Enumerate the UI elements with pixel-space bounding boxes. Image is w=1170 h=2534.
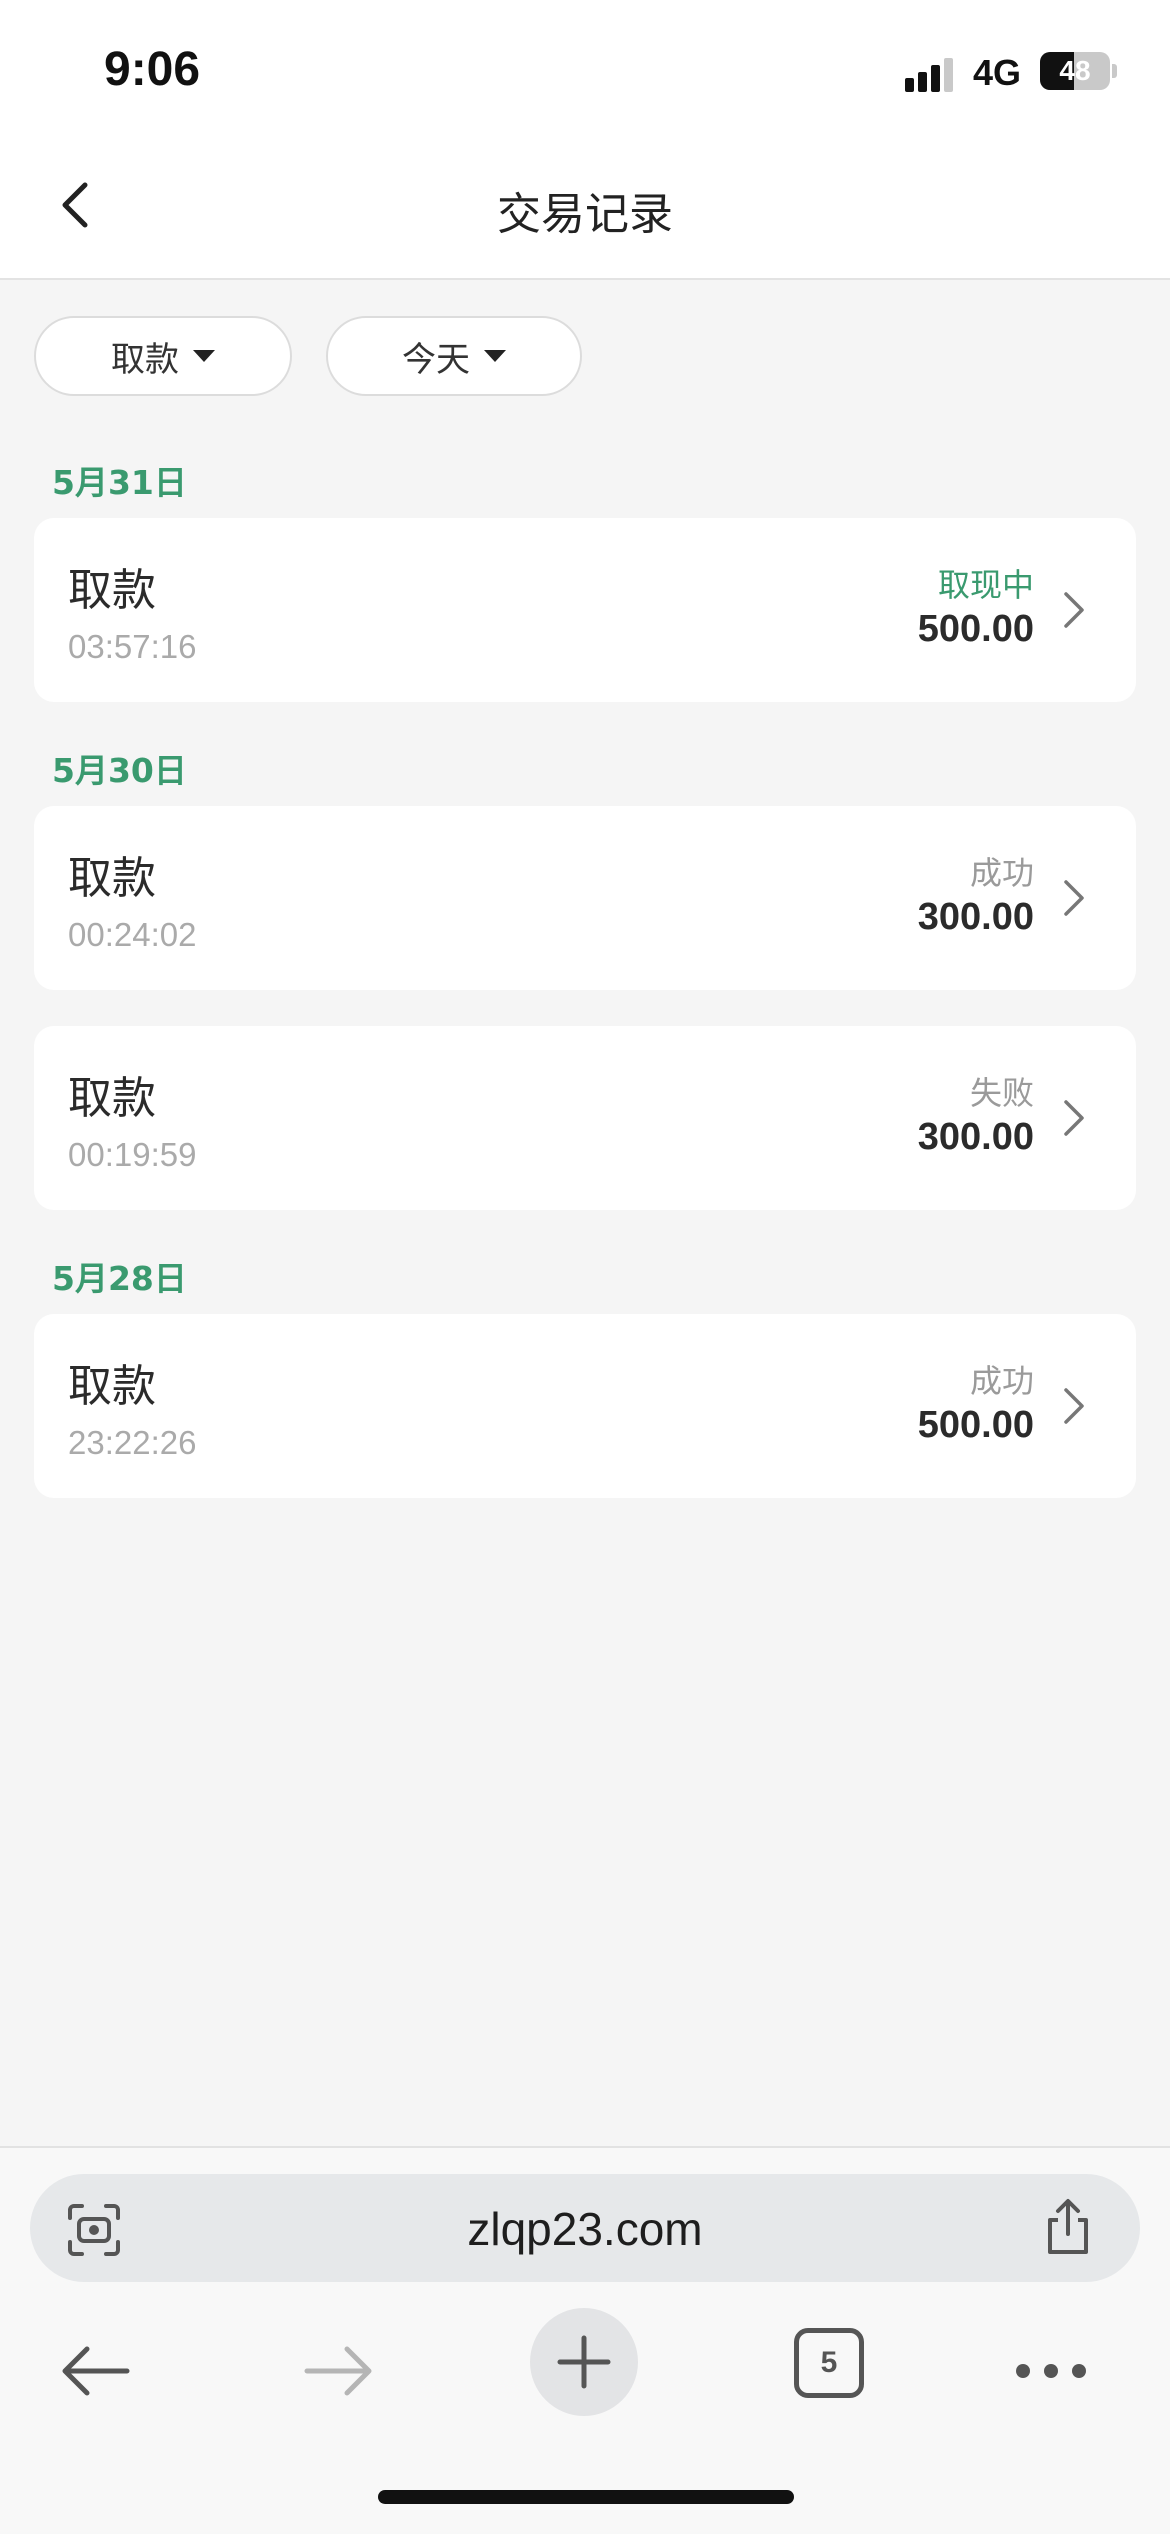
date-header: 5月31日 bbox=[52, 463, 187, 502]
record-time: 00:24:02 bbox=[68, 916, 197, 953]
chevron-right-icon bbox=[1064, 1100, 1084, 1136]
home-indicator bbox=[378, 2490, 794, 2504]
arrow-left-icon bbox=[62, 2346, 130, 2396]
record-type: 取款 bbox=[68, 565, 156, 616]
signal-icon bbox=[905, 58, 953, 92]
record-status: 取现中 bbox=[937, 566, 1034, 604]
more-options-button[interactable] bbox=[996, 2316, 1106, 2426]
chevron-right-icon bbox=[1064, 592, 1084, 628]
record-amount: 300.00 bbox=[917, 896, 1034, 938]
new-tab-button[interactable] bbox=[530, 2308, 638, 2416]
more-icon bbox=[1016, 2364, 1086, 2378]
chevron-right-icon bbox=[1064, 1388, 1084, 1424]
battery-icon: 48 bbox=[1040, 52, 1118, 94]
caret-down-icon bbox=[484, 350, 506, 362]
record-time: 23:22:26 bbox=[68, 1424, 197, 1461]
record-card[interactable]: 取款 03:57:16 取现中 500.00 bbox=[34, 518, 1136, 702]
record-status: 成功 bbox=[969, 1362, 1034, 1400]
battery-level: 48 bbox=[1059, 55, 1091, 86]
filter-type-label: 取款 bbox=[111, 339, 179, 380]
arrow-right-icon bbox=[304, 2346, 372, 2396]
filter-date-label: 今天 bbox=[402, 339, 470, 380]
date-header: 5月28日 bbox=[52, 1259, 187, 1298]
plus-icon bbox=[557, 2335, 611, 2389]
network-label: 4G bbox=[973, 52, 1022, 93]
record-status: 失败 bbox=[969, 1074, 1034, 1112]
record-type: 取款 bbox=[68, 1073, 156, 1124]
browser-forward-button[interactable] bbox=[284, 2316, 394, 2426]
browser-toolbar: zlqp23.com 5 bbox=[0, 2146, 1170, 2534]
record-time: 00:19:59 bbox=[68, 1136, 197, 1173]
header: 交易记录 bbox=[0, 140, 1170, 280]
chevron-right-icon bbox=[1064, 880, 1084, 916]
record-amount: 500.00 bbox=[917, 608, 1034, 650]
record-status: 成功 bbox=[969, 854, 1034, 892]
tabs-button[interactable]: 5 bbox=[794, 2328, 864, 2398]
record-amount: 500.00 bbox=[917, 1404, 1034, 1446]
record-type: 取款 bbox=[68, 853, 156, 904]
record-amount: 300.00 bbox=[917, 1116, 1034, 1158]
share-icon[interactable] bbox=[1040, 2198, 1096, 2258]
record-card[interactable]: 取款 00:19:59 失败 300.00 bbox=[34, 1026, 1136, 1210]
address-bar[interactable]: zlqp23.com bbox=[30, 2174, 1140, 2282]
record-card[interactable]: 取款 00:24:02 成功 300.00 bbox=[34, 806, 1136, 990]
status-bar: 9:06 4G 48 bbox=[0, 0, 1170, 140]
url-text: zlqp23.com bbox=[467, 2203, 703, 2255]
caret-down-icon bbox=[193, 350, 215, 362]
status-time: 9:06 bbox=[104, 43, 201, 96]
page-title: 交易记录 bbox=[497, 189, 673, 240]
record-card[interactable]: 取款 23:22:26 成功 500.00 bbox=[34, 1314, 1136, 1498]
record-type: 取款 bbox=[68, 1361, 156, 1412]
tab-count: 5 bbox=[820, 2346, 838, 2379]
filter-date-dropdown[interactable]: 今天 bbox=[326, 316, 582, 396]
record-time: 03:57:16 bbox=[68, 628, 197, 665]
filter-type-dropdown[interactable]: 取款 bbox=[34, 316, 292, 396]
browser-back-button[interactable] bbox=[40, 2316, 150, 2426]
date-header: 5月30日 bbox=[52, 751, 187, 790]
